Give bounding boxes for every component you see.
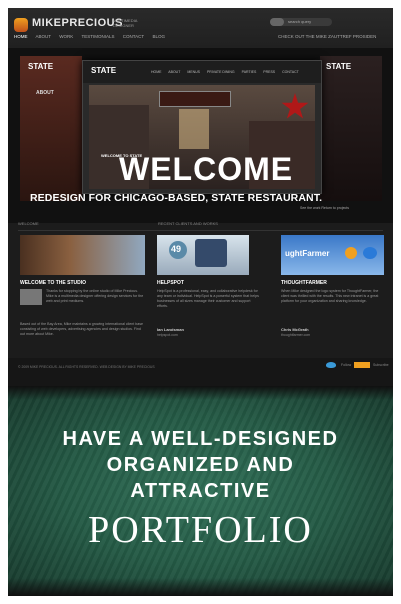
shot-nav-item: PARTIES [241,70,257,74]
window-light [179,109,209,149]
hero-featured-shot[interactable]: STATE HOME ABOUT MENUS PRIVATE DINING PA… [82,60,322,194]
nav-right-link[interactable]: CHECK OUT THE MIKE ZAUTTREF PROSIDEN [278,34,376,39]
banner-edge-top [8,386,393,400]
logo-icon[interactable] [14,18,28,32]
footer-copyright: © 2009 MIKE PRECIOUS. ALL RIGHTS RESERVE… [18,365,155,369]
logo-subtitle: MULTIMEDIA DESIGNER [113,18,138,28]
portfolio-screenshot: MIKEPRECIOUS MULTIMEDIA DESIGNER search … [8,8,393,596]
main-nav: HOME ABOUT WORK TESTIMONIALS CONTACT BLO… [14,34,172,39]
column-heading-thoughtfarmer: THOUGHTFARMER [281,280,327,286]
column-body-helpspot: HelpSpot is a professional, easy, and co… [157,289,259,308]
banner-edge-bottom [8,578,393,596]
hero-caption: REDESIGN FOR CHICAGO-BASED, STATE RESTAU… [30,192,323,204]
shot-nav-item: ABOUT [168,70,181,74]
banner-line-1: HAVE A WELL-DESIGNED [62,428,339,450]
shot-nav-item: PRIVATE DINING [206,70,235,74]
site-header: MIKEPRECIOUS MULTIMEDIA DESIGNER search … [8,8,393,48]
chat-icon [363,247,377,259]
column-heading-studio: WELCOME TO THE STUDIO [20,280,87,286]
banner-line-3: ATTRACTIVE [130,480,271,502]
helpspot-author: Ian Landsman [157,327,184,332]
subscribe-link[interactable]: Subscribe [373,363,389,367]
badge-number: 49 [171,244,182,254]
column-heading-helpspot: HELPSPOT [157,280,184,286]
hero-caption-links[interactable]: See the work Return to projects [300,206,349,210]
search-button[interactable] [270,18,284,26]
section-title-clients: RECENT CLIENTS AND WORKS [158,221,218,226]
column-body-studio-more: Based out of the Bay Area, Mike maintain… [20,322,144,336]
product-box-icon [195,239,227,267]
shot-nav: HOME ABOUT MENUS PRIVATE DINING PARTIES … [151,70,305,74]
shot-logo: STATE [91,66,117,75]
shot-nav-item: MENUS [187,70,200,74]
nav-home[interactable]: HOME [14,34,28,39]
shot-header: STATE HOME ABOUT MENUS PRIVATE DINING PA… [83,61,321,83]
side-right-title: STATE [326,62,352,71]
nav-work[interactable]: WORK [59,34,73,39]
section-divider [18,230,383,231]
rss-icon[interactable] [354,362,370,368]
section-title-welcome: WELCOME [18,221,39,226]
thoughtfarmer-author: Chris McGrath [281,327,309,332]
thumb-studio[interactable] [20,235,145,275]
search-placeholder: search query [288,19,312,24]
shot-nav-item: HOME [151,70,162,74]
side-left-label: ABOUT [36,90,54,96]
follow-link[interactable]: Follow [341,363,351,367]
nav-contact[interactable]: CONTACT [123,34,144,39]
studio-photo-icon [20,289,42,305]
column-body-studio: Thanks for stopping by the online studio… [46,289,144,303]
shot-nav-item: CONTACT [282,70,299,74]
welcome-headline: WELCOME [119,151,294,187]
helpspot-link[interactable]: helpspot.com [157,333,178,337]
nav-testimonials[interactable]: TESTIMONIALS [81,34,114,39]
thumb-thoughtfarmer[interactable]: ughtFarmer [281,235,384,275]
site-footer [8,358,393,386]
site-logo[interactable]: MIKEPRECIOUS [32,17,123,29]
thumb-helpspot[interactable]: 49 [157,235,249,275]
hero-side-right[interactable]: STATE [320,56,382,201]
banner-headline: PORTFOLIO [88,509,313,551]
marquee-sign [159,91,231,107]
star-icon [281,93,309,119]
banner-line-2: ORGANIZED AND [106,454,295,476]
nav-blog[interactable]: BLOG [152,34,165,39]
globe-icon [345,247,357,259]
thoughtfarmer-logo: ughtFarmer [285,249,330,258]
thoughtfarmer-link[interactable]: thoughtfarmer.com [281,333,310,337]
nav-about[interactable]: ABOUT [36,34,52,39]
hero-side-left[interactable]: STATE ABOUT [20,56,82,201]
shot-nav-item: PRESS [263,70,276,74]
twitter-bird-icon[interactable] [326,362,336,368]
column-body-thoughtfarmer: When Mike designed the logo system for T… [281,289,379,303]
restaurant-photo: WELCOME TO STATE WELCOME [89,85,315,189]
side-left-title: STATE [28,62,54,71]
